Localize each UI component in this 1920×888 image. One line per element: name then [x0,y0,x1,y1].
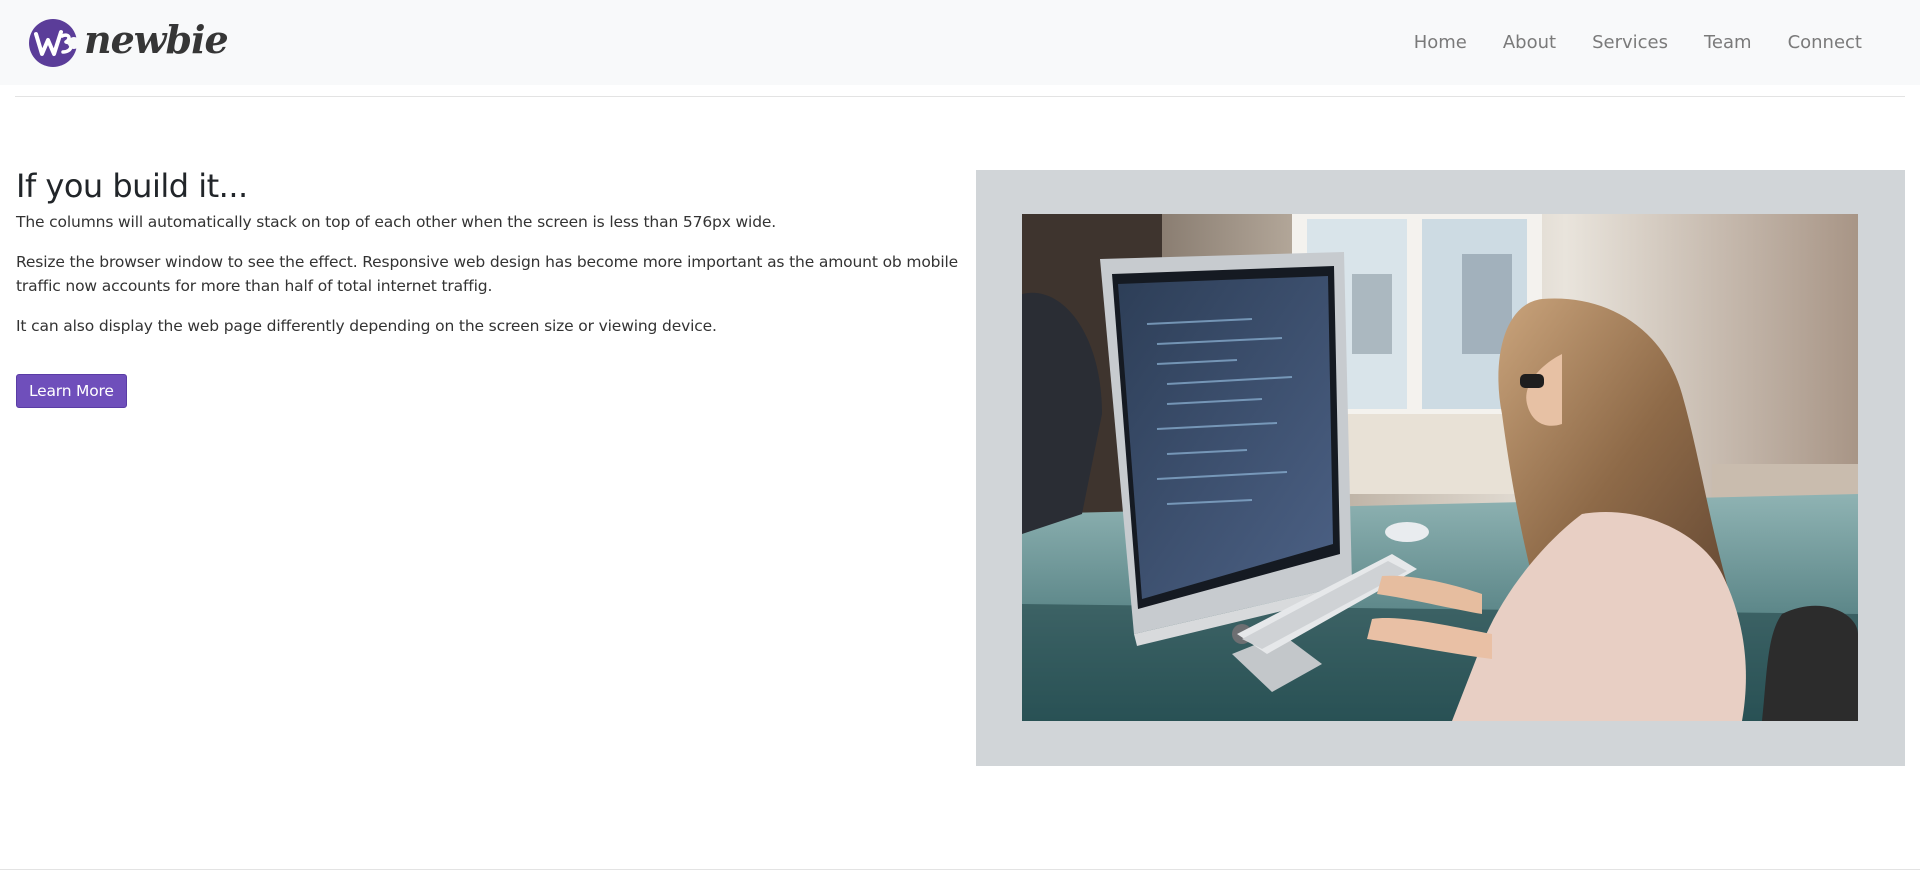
navbar: newbie Home About Services Team Connect [0,0,1920,85]
nav-link-connect[interactable]: Connect [1788,32,1862,53]
nav-link-home[interactable]: Home [1414,32,1467,53]
bottom-divider [0,869,1920,870]
learn-more-button[interactable]: Learn More [16,374,127,409]
brand-link[interactable]: newbie [28,17,229,69]
nav-menu: Home About Services Team Connect [1414,0,1862,85]
hero-title: If you build it... [16,167,248,205]
nav-link-about[interactable]: About [1503,32,1556,53]
hero-paragraph-3: It can also display the web page differe… [16,317,717,336]
hero-paragraph-1: The columns will automatically stack on … [16,213,777,232]
hero-paragraph-2: Resize the browser window to see the eff… [16,253,959,296]
hero-image-panel [976,170,1905,766]
nav-link-team[interactable]: Team [1704,32,1752,53]
top-divider [15,96,1905,97]
woman-at-computer-photo [1022,214,1858,721]
nav-link-services[interactable]: Services [1592,32,1668,53]
hero-text-column: If you build it... The columns will auto… [16,167,961,409]
brand-name: newbie [84,17,229,62]
brand-logo-icon [29,19,78,67]
